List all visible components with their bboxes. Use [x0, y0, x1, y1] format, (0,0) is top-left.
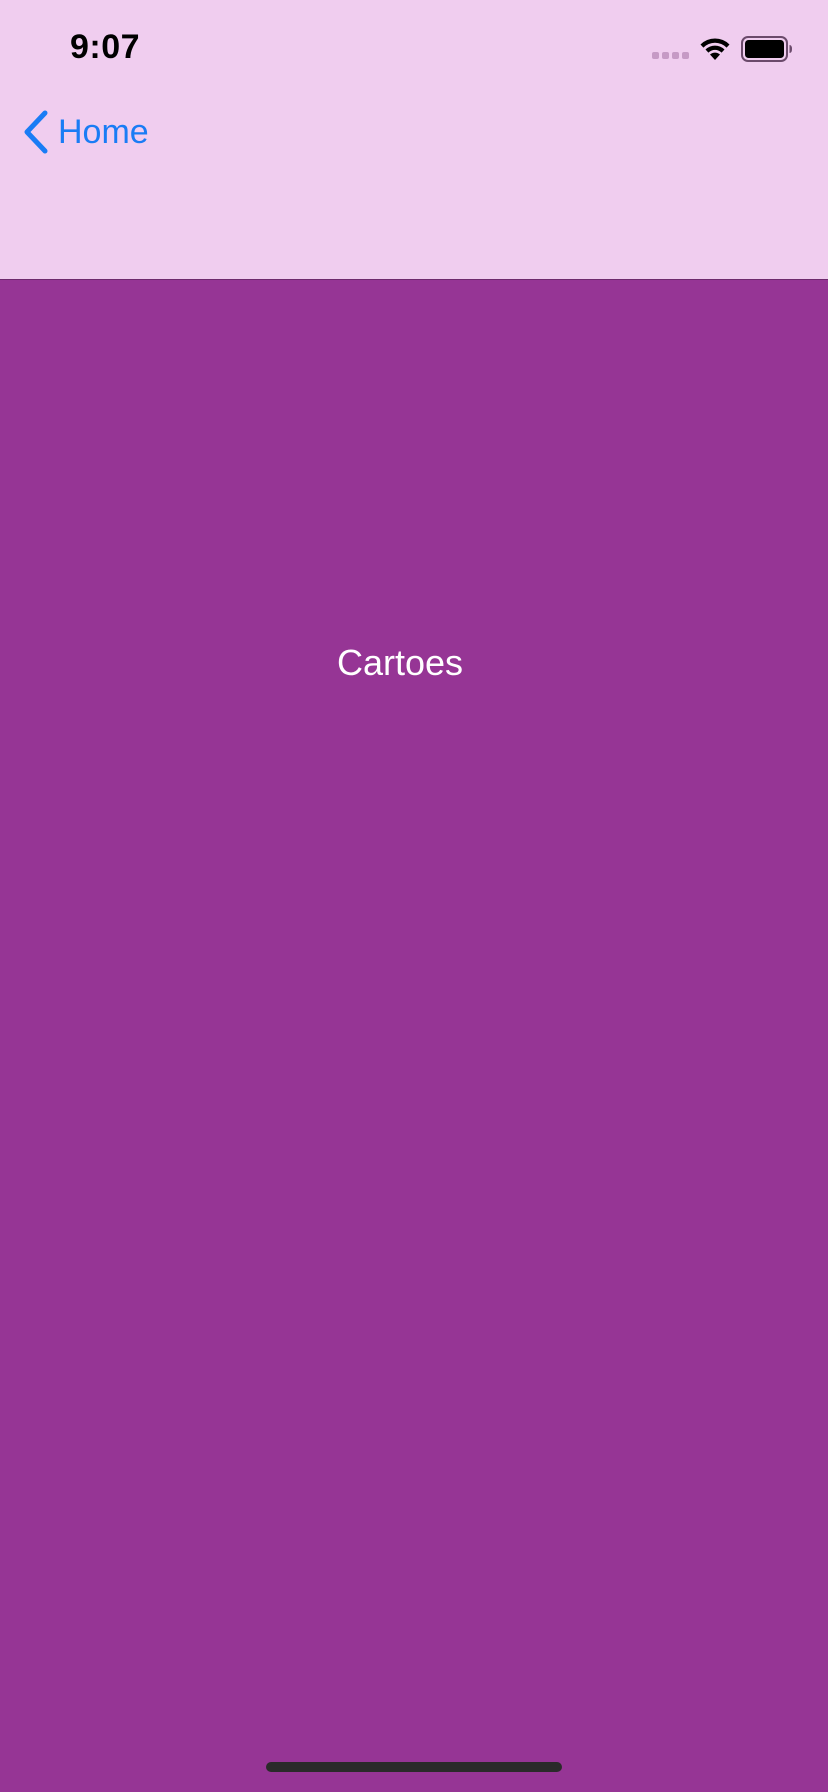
status-time: 9:07 — [70, 28, 141, 66]
back-button[interactable]: Home — [22, 108, 149, 156]
wifi-icon — [700, 38, 730, 60]
battery-icon — [741, 36, 792, 62]
home-indicator[interactable] — [266, 1762, 562, 1772]
chevron-left-icon — [24, 110, 48, 154]
content-title: Cartoes — [336, 642, 464, 683]
cellular-signal-icon — [652, 52, 689, 59]
navigation-header: 9:07 Home — [0, 0, 828, 280]
back-button-label: Home — [58, 112, 149, 151]
app-screen: 9:07 Home Cartoes — [0, 0, 828, 1792]
